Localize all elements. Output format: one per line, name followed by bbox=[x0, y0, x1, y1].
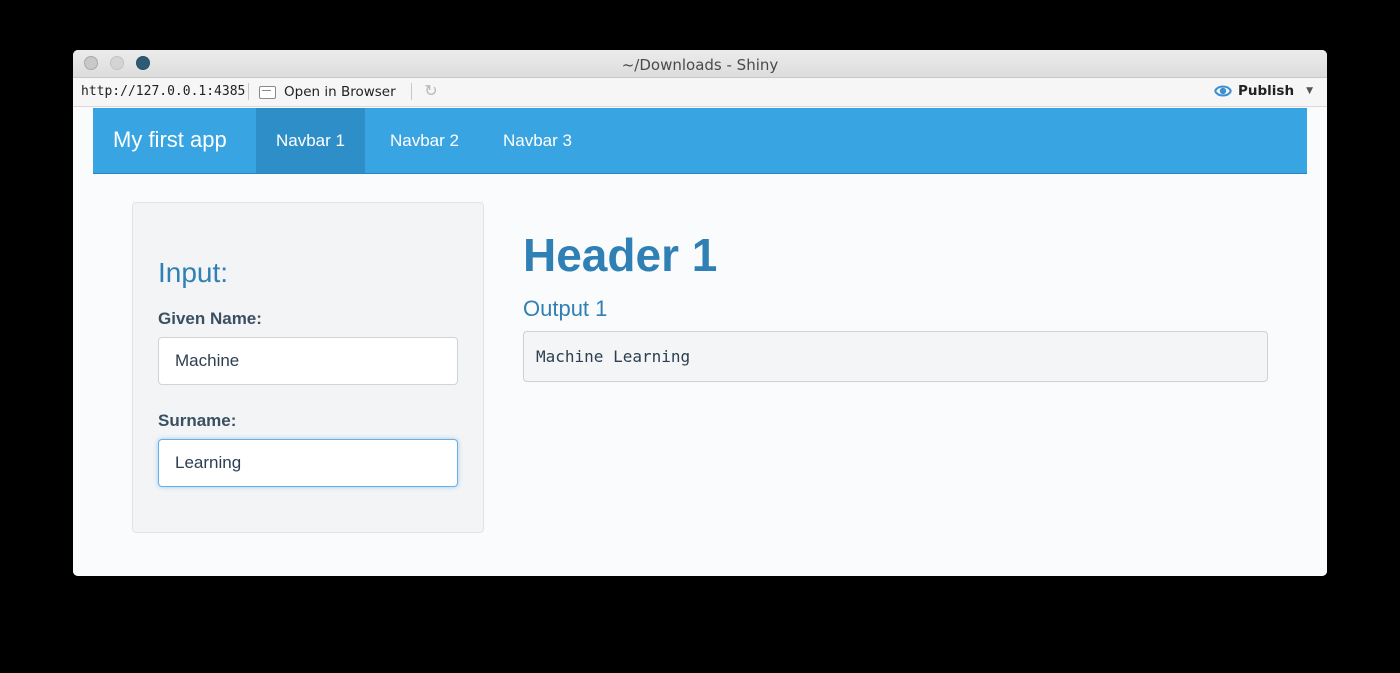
output-heading: Output 1 bbox=[523, 296, 608, 321]
app-content: My first app Navbar 1 Navbar 2 Navbar 3 … bbox=[73, 107, 1327, 576]
sidebar-panel: Input: Given Name: Surname: bbox=[132, 202, 484, 533]
url-display: http://127.0.0.1:4385 bbox=[81, 84, 246, 99]
text-output: Machine Learning bbox=[523, 331, 1268, 382]
viewer-toolbar: http://127.0.0.1:4385 Open in Browser ↻ … bbox=[73, 78, 1327, 107]
window-title: ~/Downloads - Shiny bbox=[621, 56, 779, 74]
toolbar-divider bbox=[248, 83, 249, 100]
publish-button[interactable]: Publish ▼ bbox=[1214, 83, 1313, 99]
given-name-label: Given Name: bbox=[158, 309, 262, 328]
publish-label: Publish bbox=[1238, 83, 1295, 99]
publish-icon bbox=[1214, 85, 1232, 97]
chevron-down-icon[interactable]: ▼ bbox=[1306, 86, 1313, 96]
tab-navbar-3[interactable]: Navbar 3 bbox=[483, 108, 592, 173]
surname-input[interactable] bbox=[158, 439, 458, 487]
toolbar-divider bbox=[411, 83, 412, 100]
browser-window-icon bbox=[259, 85, 276, 99]
sidebar-heading: Input: bbox=[158, 257, 229, 288]
app-window: ~/Downloads - Shiny http://127.0.0.1:438… bbox=[73, 50, 1327, 576]
tab-navbar-2[interactable]: Navbar 2 bbox=[370, 108, 479, 173]
refresh-icon[interactable]: ↻ bbox=[423, 83, 439, 99]
surname-label: Surname: bbox=[158, 411, 237, 430]
tab-navbar-1[interactable]: Navbar 1 bbox=[256, 108, 365, 173]
open-in-browser-button[interactable]: Open in Browser bbox=[259, 82, 396, 102]
given-name-input[interactable] bbox=[158, 337, 458, 385]
title-bar: ~/Downloads - Shiny bbox=[73, 50, 1327, 78]
navbar: My first app Navbar 1 Navbar 2 Navbar 3 bbox=[93, 108, 1307, 174]
open-in-browser-label: Open in Browser bbox=[284, 84, 396, 100]
navbar-brand[interactable]: My first app bbox=[113, 127, 227, 153]
page-title: Header 1 bbox=[523, 229, 718, 281]
